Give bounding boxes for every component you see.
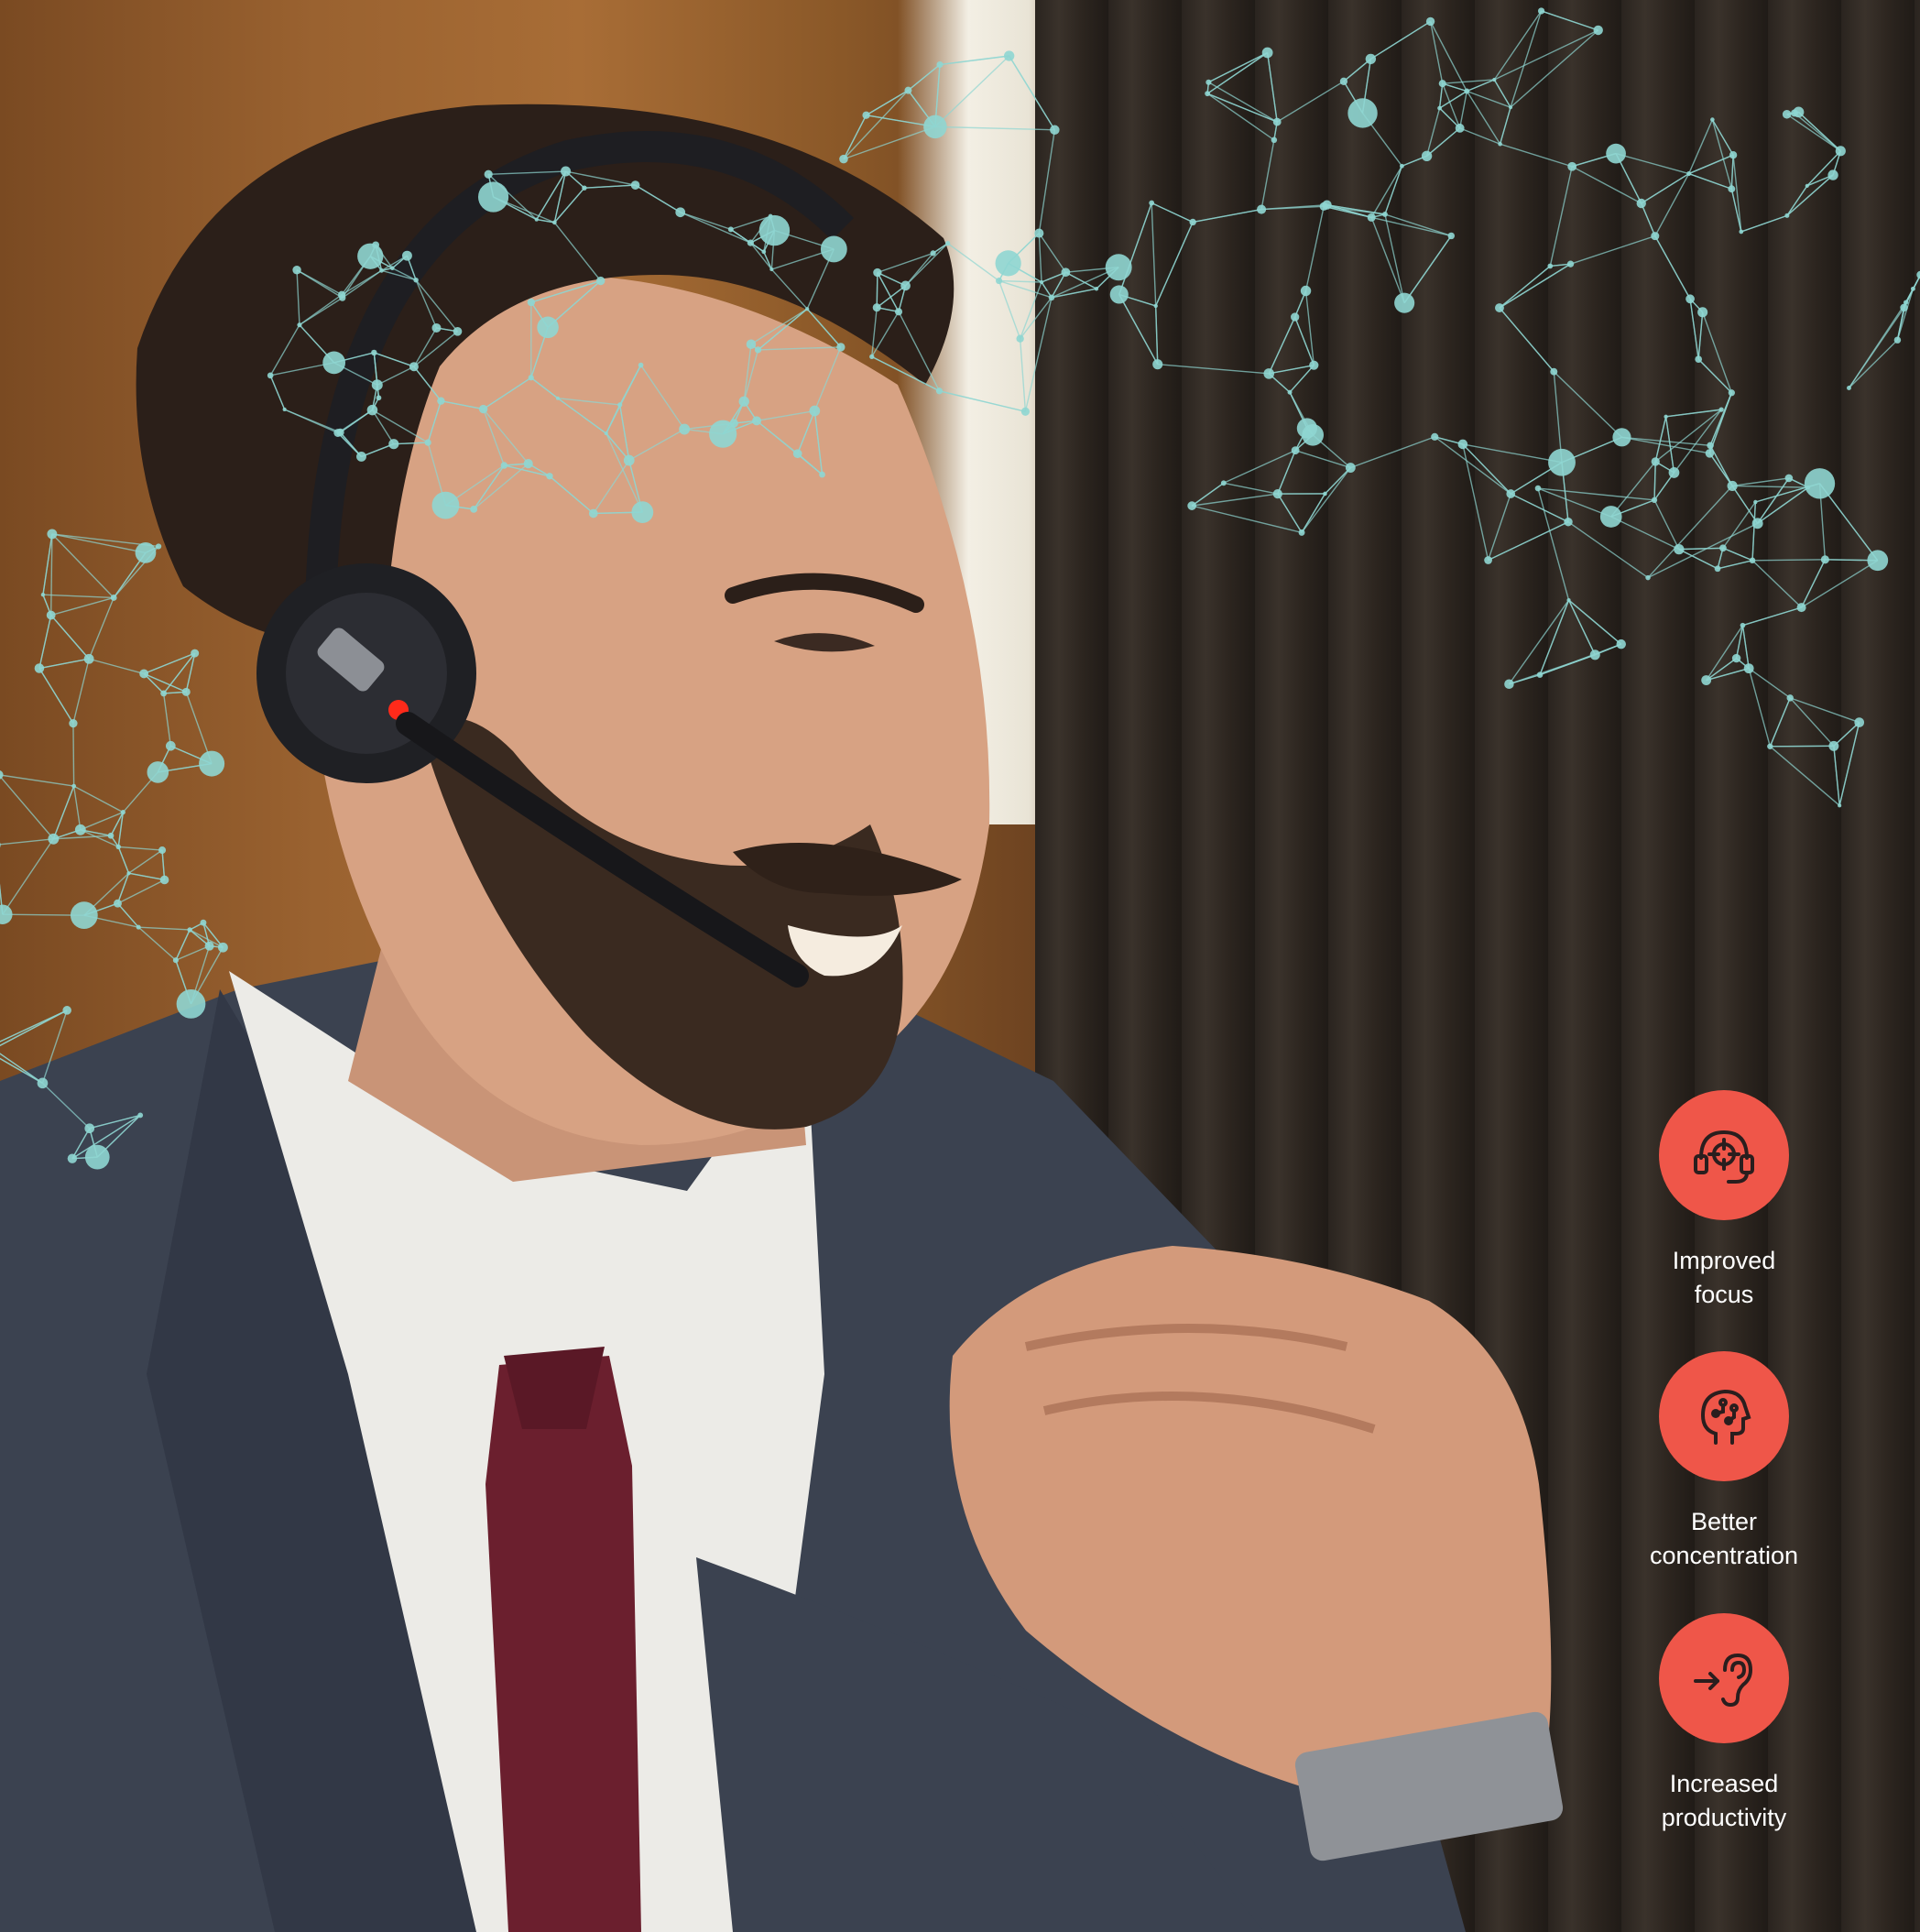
benefit-icon-circle	[1659, 1090, 1789, 1220]
benefit-label: Improved focus	[1614, 1244, 1834, 1312]
benefit-label: Increased productivity	[1614, 1767, 1834, 1835]
head-circuit-icon	[1700, 1389, 1751, 1445]
benefit-label-line1: Increased	[1669, 1770, 1779, 1797]
hero-photo: Improved focus Better concentration Incr…	[0, 0, 1920, 1932]
benefit-icon-circle	[1659, 1613, 1789, 1743]
benefit-label: Better concentration	[1614, 1505, 1834, 1573]
necktie	[485, 1356, 641, 1932]
benefit-icon-circle	[1659, 1351, 1789, 1481]
benefit-label-line1: Better	[1690, 1508, 1758, 1535]
benefit-label-line1: Improved	[1672, 1247, 1776, 1274]
benefit-label-line2: concentration	[1649, 1542, 1799, 1569]
benefit-improved-focus: Improved focus	[1614, 1090, 1834, 1312]
benefit-better-concentration: Better concentration	[1614, 1351, 1834, 1573]
headset-target-icon	[1694, 1130, 1754, 1184]
benefit-label-line2: focus	[1694, 1281, 1754, 1308]
arrow-into-ear-icon	[1694, 1654, 1752, 1707]
benefit-increased-productivity: Increased productivity	[1614, 1613, 1834, 1835]
benefit-label-line2: productivity	[1661, 1804, 1787, 1831]
